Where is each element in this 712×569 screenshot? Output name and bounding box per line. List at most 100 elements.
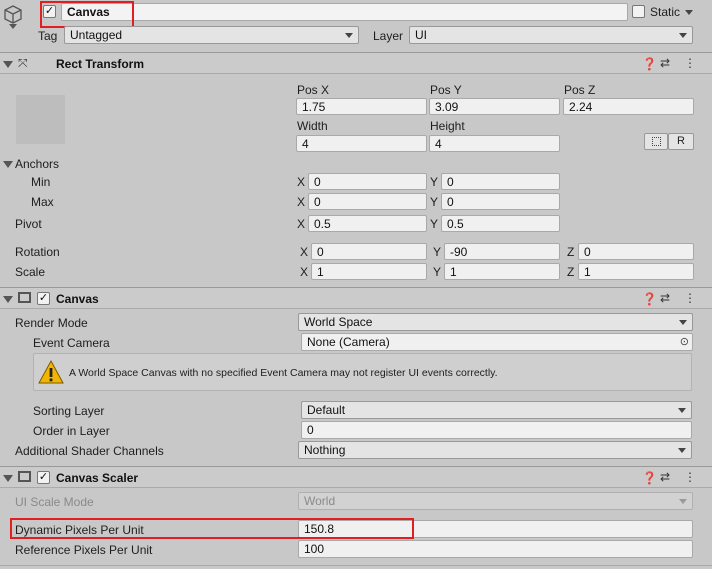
chevron-down-icon [679,499,687,504]
scale-z-field[interactable]: 1 [578,263,694,280]
scale-y-axis-label[interactable]: Y [433,265,441,279]
pos-z-label: Pos Z [564,83,596,97]
sorting-layer-dropdown[interactable]: Default [301,401,692,419]
help-icon[interactable]: ❓ [642,471,657,485]
warning-text: A World Space Canvas with no specified E… [69,367,498,379]
object-name-field[interactable]: Canvas [61,3,628,21]
foldout-arrow-icon[interactable] [3,475,13,482]
canvas-scaler-title: Canvas Scaler [56,471,139,485]
pivot-x-field[interactable]: 0.5 [308,215,427,232]
foldout-arrow-icon[interactable] [3,296,13,303]
min-label: Min [31,175,51,189]
tag-value: Untagged [70,28,123,42]
render-mode-dropdown[interactable]: World Space [298,313,693,331]
more-options-icon[interactable]: ⋮ [684,56,696,70]
bottom-divider [0,565,712,566]
pos-y-field[interactable]: 3.09 [429,98,560,115]
cube-dropdown-arrow-icon[interactable] [9,24,17,29]
sorting-layer-value: Default [307,403,346,417]
rotation-z-field[interactable]: 0 [578,243,694,260]
chevron-down-icon [678,448,686,453]
reference-pixels-field[interactable]: 100 [298,540,693,558]
scale-label: Scale [15,265,46,279]
render-mode-value: World Space [304,315,373,329]
scale-x-axis-label[interactable]: X [300,265,308,279]
foldout-arrow-icon[interactable] [3,61,13,68]
ui-scale-mode-label: UI Scale Mode [15,495,94,509]
presets-icon[interactable]: ⇄ [660,56,670,70]
rotation-y-axis-label[interactable]: Y [433,245,441,259]
width-label: Width [297,119,328,133]
pivot-y-field[interactable]: 0.5 [441,215,560,232]
shader-channels-dropdown[interactable]: Nothing [298,441,692,459]
max-label: Max [31,195,54,209]
order-in-layer-label: Order in Layer [33,424,110,438]
object-picker-icon[interactable]: ⊙ [680,335,689,349]
reference-pixels-label: Reference Pixels Per Unit [15,543,153,557]
more-options-icon[interactable]: ⋮ [684,470,696,484]
max-x-axis-label[interactable]: X [297,195,305,209]
event-camera-field[interactable]: None (Camera) ⊙ [301,333,693,351]
help-icon[interactable]: ❓ [642,57,657,71]
tag-dropdown[interactable]: Untagged [64,26,359,44]
pos-z-field[interactable]: 2.24 [563,98,694,115]
anchor-preset-widget[interactable] [16,95,65,144]
scale-x-field[interactable]: 1 [311,263,427,280]
warning-icon [38,359,64,384]
rect-transform-header[interactable]: ⤧ Rect Transform ❓ ⇄ ⋮ [0,52,712,74]
pivot-x-axis-label[interactable]: X [297,217,305,231]
rotation-x-field[interactable]: 0 [311,243,427,260]
more-options-icon[interactable]: ⋮ [684,291,696,305]
raw-edit-button[interactable]: R [668,133,694,150]
static-label[interactable]: Static [650,5,680,19]
max-y-axis-label[interactable]: Y [430,195,438,209]
pos-x-field[interactable]: 1.75 [296,98,427,115]
static-dropdown-arrow-icon[interactable] [685,10,693,15]
canvas-enabled-checkbox[interactable]: ✓ [37,292,50,305]
min-y-field[interactable]: 0 [441,173,560,190]
scale-y-field[interactable]: 1 [444,263,560,280]
order-in-layer-field[interactable]: 0 [301,421,692,439]
pos-y-label: Pos Y [430,83,462,97]
event-camera-label: Event Camera [33,336,110,350]
event-camera-value: None (Camera) [307,335,390,349]
pivot-y-axis-label[interactable]: Y [430,217,438,231]
layer-dropdown[interactable]: UI [409,26,693,44]
canvas-scaler-header[interactable]: ✓ Canvas Scaler ❓ ⇄ ⋮ [0,466,712,488]
canvas-component-header[interactable]: ✓ Canvas ❓ ⇄ ⋮ [0,287,712,309]
scale-z-axis-label[interactable]: Z [567,265,574,279]
pos-x-label: Pos X [297,83,330,97]
rotation-z-axis-label[interactable]: Z [567,245,574,259]
blueprint-mode-button[interactable] [644,133,668,150]
anchors-foldout-icon[interactable] [3,161,13,168]
canvas-scaler-enabled-checkbox[interactable]: ✓ [37,471,50,484]
height-label: Height [430,119,465,133]
static-checkbox[interactable] [632,5,645,18]
canvas-component-icon [18,292,31,303]
min-x-axis-label[interactable]: X [297,175,305,189]
rotation-y-field[interactable]: -90 [444,243,560,260]
chevron-down-icon [679,320,687,325]
anchors-label[interactable]: Anchors [15,157,59,171]
dotted-square-icon [652,137,661,146]
height-field[interactable]: 4 [429,135,560,152]
layer-label: Layer [373,29,404,43]
presets-icon[interactable]: ⇄ [660,291,670,305]
max-x-field[interactable]: 0 [308,193,427,210]
max-y-field[interactable]: 0 [441,193,560,210]
pivot-label: Pivot [15,217,42,231]
width-field[interactable]: 4 [296,135,427,152]
object-header: ✓ Canvas Static Tag Untagged Layer UI [0,0,712,50]
ui-scale-mode-value: World [304,494,336,508]
shader-channels-label: Additional Shader Channels [15,444,164,458]
tag-label: Tag [38,29,58,43]
name-highlight-box [40,1,134,28]
min-x-field[interactable]: 0 [308,173,427,190]
layer-value: UI [415,28,427,42]
dynamic-pixels-highlight-box [10,518,414,539]
presets-icon[interactable]: ⇄ [660,470,670,484]
rotation-x-axis-label[interactable]: X [300,245,308,259]
chevron-down-icon [345,33,353,38]
min-y-axis-label[interactable]: Y [430,175,438,189]
help-icon[interactable]: ❓ [642,292,657,306]
